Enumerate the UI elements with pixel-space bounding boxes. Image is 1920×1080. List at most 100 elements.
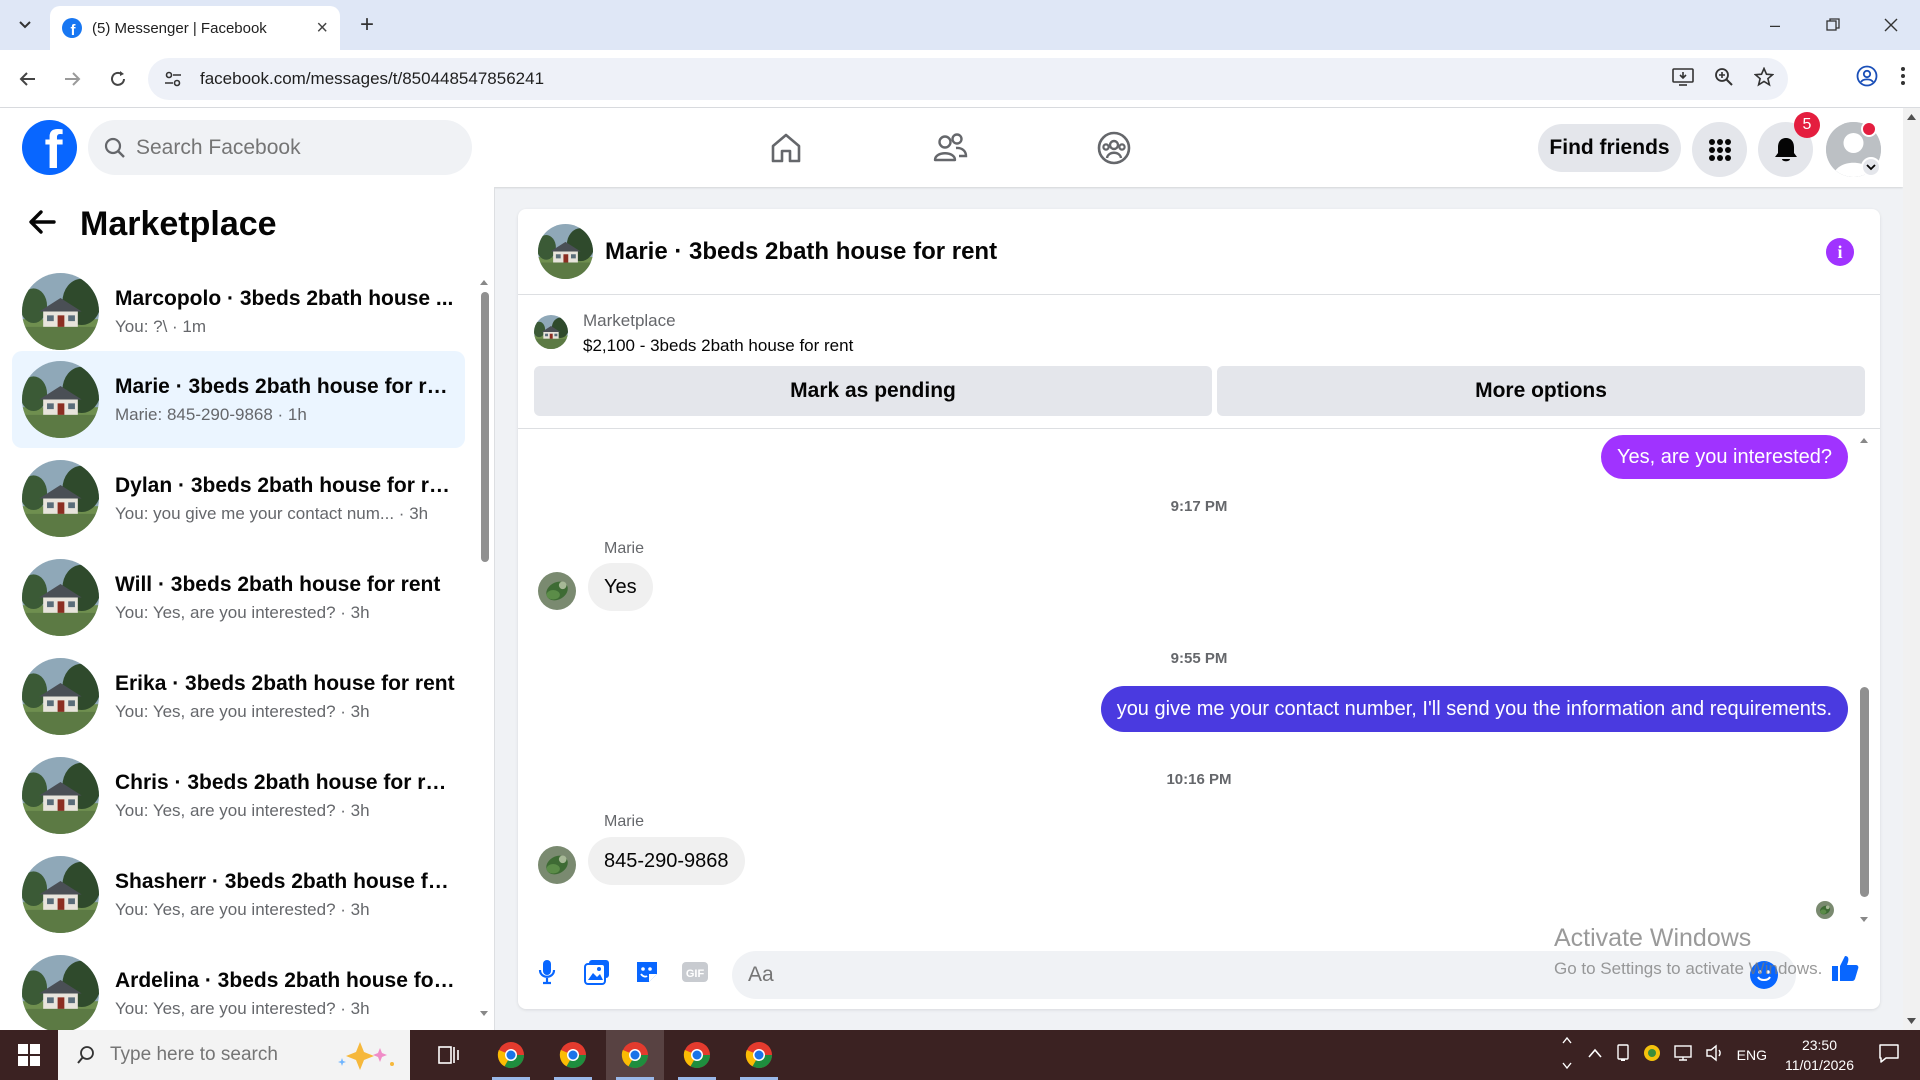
sender-avatar[interactable]	[538, 846, 576, 884]
facebook-search-input[interactable]	[136, 135, 436, 160]
taskbar-search[interactable]	[58, 1030, 410, 1080]
find-friends-button[interactable]: Find friends	[1538, 124, 1681, 172]
outgoing-message[interactable]: you give me your contact number, I'll se…	[1100, 686, 1848, 732]
conversation-item[interactable]: Dylan · 3beds 2bath house for re... You: …	[12, 450, 465, 547]
more-options-button[interactable]: More options	[1217, 366, 1865, 416]
home-icon[interactable]	[764, 126, 808, 170]
taskbar-search-input[interactable]	[110, 1044, 330, 1066]
tray-scroll-icon[interactable]	[1561, 1035, 1573, 1076]
mark-as-pending-button[interactable]: Mark as pending	[534, 366, 1212, 416]
conversation-item[interactable]: Will · 3beds 2bath house for rent You: Ye…	[12, 549, 465, 646]
address-bar[interactable]: facebook.com/messages/t/850448547856241	[148, 58, 1788, 100]
show-hidden-icons-icon[interactable]	[1587, 1046, 1603, 1064]
back-arrow-icon[interactable]	[14, 65, 42, 93]
incoming-message[interactable]: 845-290-9868	[588, 837, 745, 885]
page-scrollbar[interactable]	[1903, 108, 1920, 1030]
house-thumbnail	[22, 955, 99, 1032]
conversation-preview: You: Yes, are you interested? · 3h	[115, 998, 370, 1018]
install-app-icon[interactable]	[1672, 67, 1694, 92]
house-thumbnail[interactable]	[538, 224, 593, 279]
conversation-name: Ardelina · 3beds 2bath house for...	[115, 968, 455, 992]
emoji-icon[interactable]	[1750, 961, 1778, 989]
language-indicator[interactable]: ENG	[1737, 1047, 1767, 1063]
scroll-down-icon[interactable]	[1903, 1014, 1920, 1028]
sidebar-scrollbar[interactable]	[478, 277, 490, 1019]
sender-avatar[interactable]	[538, 572, 576, 610]
sidebar-scroll-thumb[interactable]	[481, 292, 489, 562]
chrome-taskbar-icon[interactable]	[544, 1030, 602, 1080]
clock-time: 23:50	[1801, 1037, 1837, 1053]
chat-title[interactable]: Marie · 3beds 2bath house for rent	[605, 238, 997, 266]
chrome-taskbar-icon[interactable]	[668, 1030, 726, 1080]
conversation-item[interactable]: Erika · 3beds 2bath house for rent You: Y…	[12, 648, 465, 745]
chrome-taskbar-icon[interactable]	[482, 1030, 540, 1080]
photo-attach-icon[interactable]	[582, 957, 612, 987]
message-composer: GIF	[518, 929, 1880, 1009]
conversation-preview: You: ?\ · 1m	[115, 316, 207, 336]
new-tab-button[interactable]: +	[352, 10, 382, 40]
volume-icon[interactable]	[1705, 1044, 1725, 1067]
restore-icon[interactable]	[1804, 0, 1862, 50]
minimize-icon[interactable]: –	[1746, 0, 1804, 50]
listing-price-title[interactable]: $2,100 - 3beds 2bath house for rent	[583, 336, 853, 356]
groups-icon[interactable]	[1092, 126, 1136, 170]
chrome-menu-icon[interactable]	[1900, 66, 1906, 91]
svg-text:GIF: GIF	[686, 968, 705, 980]
facebook-logo-icon[interactable]: f	[22, 120, 77, 175]
incoming-message[interactable]: Yes	[588, 563, 653, 611]
house-thumbnail	[22, 460, 99, 537]
sticker-icon[interactable]	[632, 957, 662, 987]
forward-arrow-icon[interactable]	[58, 65, 86, 93]
message-input[interactable]	[748, 963, 1648, 987]
chat-scroll-thumb[interactable]	[1860, 687, 1869, 897]
site-settings-icon[interactable]	[162, 68, 184, 90]
sender-name: Marie	[604, 813, 645, 830]
windows-start-icon[interactable]	[0, 1030, 58, 1080]
chrome-taskbar-icon[interactable]	[606, 1030, 664, 1080]
conversation-preview: Marie: 845-290-9868 · 1h	[115, 404, 307, 424]
device-icon[interactable]	[1615, 1043, 1631, 1067]
microphone-icon[interactable]	[532, 957, 562, 987]
scroll-down-icon[interactable]	[1858, 915, 1870, 925]
scroll-up-icon[interactable]	[478, 277, 490, 287]
facebook-search[interactable]	[88, 120, 472, 175]
zoom-icon[interactable]	[1714, 67, 1734, 92]
scroll-up-icon[interactable]	[1858, 435, 1870, 445]
menu-grid-icon[interactable]	[1692, 122, 1747, 177]
bookmark-star-icon[interactable]	[1753, 66, 1775, 92]
back-arrow-icon[interactable]	[28, 209, 56, 240]
outgoing-message[interactable]: Yes, are you interested?	[1601, 435, 1848, 479]
reload-icon[interactable]	[104, 65, 132, 93]
sidebar-header: Marketplace	[28, 205, 277, 244]
tab-close-icon[interactable]: ×	[316, 17, 328, 40]
chat-header: Marie · 3beds 2bath house for rent i	[518, 209, 1880, 295]
network-icon[interactable]	[1673, 1044, 1693, 1067]
conversation-item[interactable]: Marie · 3beds 2bath house for re... Marie…	[12, 351, 465, 448]
account-chevron-icon[interactable]	[1861, 157, 1881, 177]
security-status-icon[interactable]	[1643, 1044, 1661, 1067]
conversation-item[interactable]: Ardelina · 3beds 2bath house for... You: …	[12, 945, 465, 1042]
conversation-item[interactable]: Chris · 3beds 2bath house for rent You: Y…	[12, 747, 465, 844]
tab-search-button[interactable]	[8, 10, 42, 40]
profile-icon[interactable]	[1856, 65, 1878, 92]
account-alert-dot	[1861, 121, 1877, 137]
listing-thumbnail[interactable]	[534, 315, 568, 349]
url-text[interactable]: facebook.com/messages/t/850448547856241	[200, 69, 1672, 89]
close-window-icon[interactable]	[1862, 0, 1920, 50]
gif-icon[interactable]: GIF	[680, 957, 710, 987]
conversation-item[interactable]: Shasherr · 3beds 2bath house fo... You: Y…	[12, 846, 465, 943]
thumbs-up-icon[interactable]	[1830, 953, 1860, 983]
chat-scrollbar[interactable]	[1858, 435, 1870, 925]
task-view-icon[interactable]	[420, 1030, 478, 1080]
info-icon[interactable]: i	[1826, 238, 1854, 266]
friends-icon[interactable]	[928, 126, 972, 170]
scroll-up-icon[interactable]	[1903, 110, 1920, 124]
listing-source-label: Marketplace	[583, 311, 676, 330]
taskbar-clock[interactable]: 23:50 11/01/2026	[1785, 1035, 1854, 1075]
notification-center-icon[interactable]	[1878, 1043, 1900, 1068]
scroll-down-icon[interactable]	[478, 1009, 490, 1019]
message-input-box[interactable]	[732, 951, 1796, 999]
browser-tab[interactable]: f (5) Messenger | Facebook ×	[50, 6, 340, 50]
conversation-item[interactable]: Marcopolo · 3beds 2bath house ... You: ?\…	[12, 263, 465, 360]
chrome-taskbar-icon[interactable]	[730, 1030, 788, 1080]
